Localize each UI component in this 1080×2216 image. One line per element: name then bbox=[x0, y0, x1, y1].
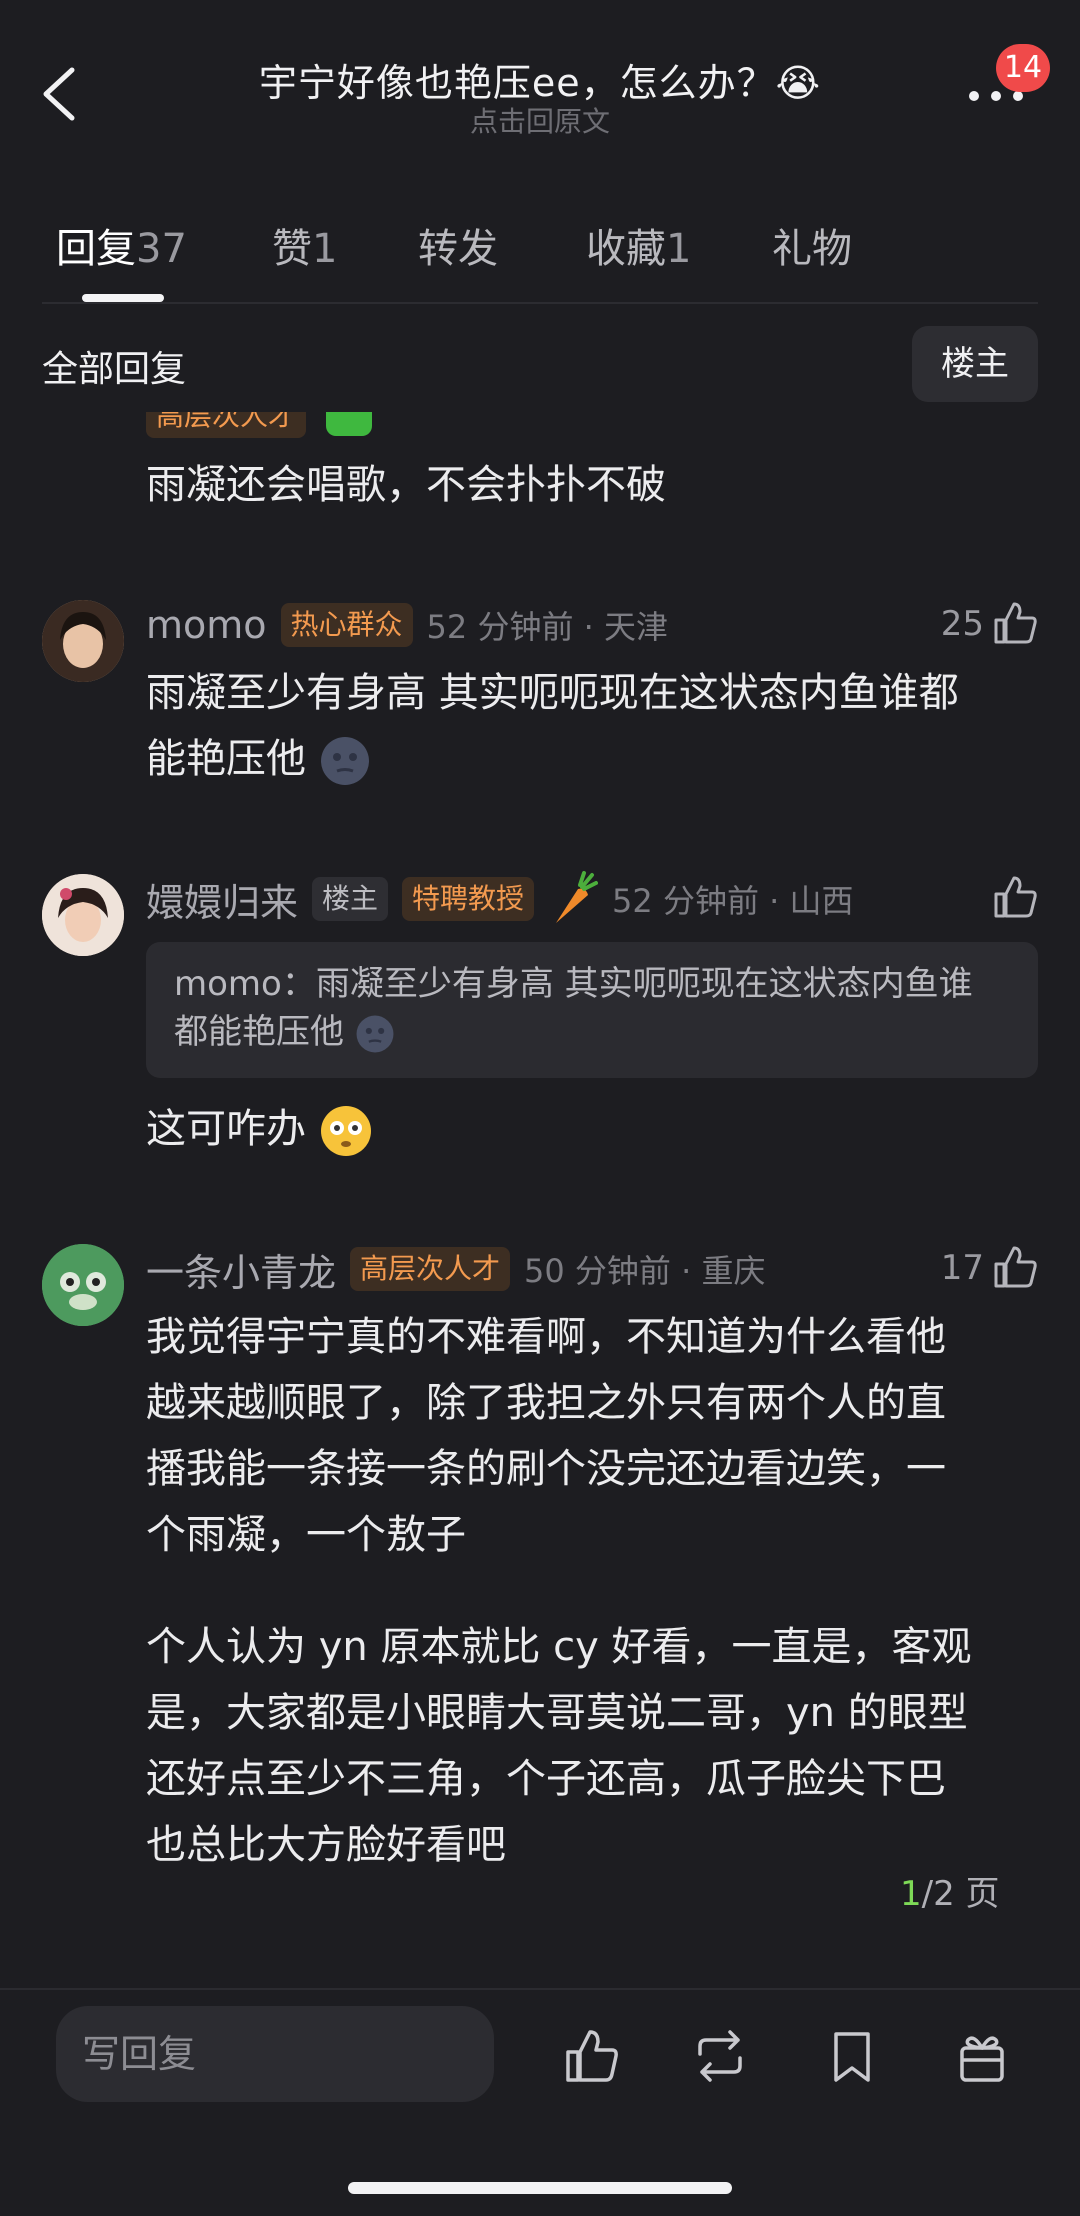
comment-line: 播我能一条接一条的刷个没完还边看边笑，一 bbox=[146, 1446, 946, 1492]
comment-line: 个雨凝，一个敖子 bbox=[146, 1512, 466, 1558]
tab-label: 赞 bbox=[272, 226, 312, 272]
username[interactable]: 嬛嬛归来 bbox=[146, 872, 298, 927]
active-tab-indicator bbox=[82, 294, 164, 302]
avatar[interactable] bbox=[42, 874, 124, 956]
page-indicator[interactable]: 1/2 页 bbox=[900, 1866, 1000, 1915]
avatar-image bbox=[42, 874, 124, 956]
quote-line: momo：雨凝至少有身高 其实呃呃现在这状态内鱼谁 bbox=[174, 964, 973, 1004]
page-title: 宇宁好像也艳压ee，怎么办？😭 bbox=[258, 61, 822, 105]
avatar[interactable] bbox=[42, 600, 124, 682]
tab-favorites[interactable]: 收藏1 bbox=[586, 216, 691, 274]
checkmark-icon bbox=[326, 412, 372, 436]
comment-line: 是，大家都是小眼睛大哥莫说二哥，yn 的眼型 bbox=[146, 1690, 968, 1736]
like-icon[interactable] bbox=[992, 874, 1038, 920]
user-badge: 高层次人才 bbox=[350, 1247, 511, 1291]
like-icon[interactable] bbox=[992, 1244, 1038, 1290]
carrot-icon bbox=[556, 871, 599, 923]
comment-line: 雨凝至少有身高 其实呃呃现在这状态内鱼谁都 bbox=[146, 670, 959, 716]
comment-line: 还好点至少不三角，个子还高，瓜子脸尖下巴 bbox=[146, 1756, 946, 1802]
tab-divider bbox=[42, 302, 1038, 304]
comment-line: 个人认为 yn 原本就比 cy 好看，一直是，客观 bbox=[146, 1624, 972, 1670]
clipped-comment-header: 高层次人才 bbox=[146, 412, 1046, 440]
timestamp-location: 52 分钟前 · 天津 bbox=[426, 608, 668, 646]
timestamp-location: 52 分钟前 · 山西 bbox=[612, 882, 854, 920]
avatar-image bbox=[42, 600, 124, 682]
comment-content: 雨凝至少有身高 其实呃呃现在这状态内鱼谁都 能艳压他 bbox=[146, 660, 1046, 792]
comment-header: momo 热心群众 52 分钟前 · 天津 bbox=[146, 600, 668, 650]
username[interactable]: momo bbox=[146, 603, 267, 647]
comment-text: 这可咋办 bbox=[146, 1106, 306, 1152]
gift-icon[interactable] bbox=[954, 2028, 1010, 2084]
bookmark-icon[interactable] bbox=[824, 2028, 880, 2084]
total-pages: /2 页 bbox=[921, 1874, 1000, 1914]
tab-reposts[interactable]: 转发 bbox=[418, 216, 498, 274]
tab-replies[interactable]: 回复37 bbox=[56, 216, 187, 274]
like-icon[interactable] bbox=[992, 600, 1038, 646]
tab-likes[interactable]: 赞1 bbox=[272, 216, 337, 274]
tab-gifts[interactable]: 礼物 bbox=[772, 216, 852, 274]
flushed-face-emoji bbox=[320, 1106, 371, 1156]
view-original-link[interactable]: 点击回原文 bbox=[0, 100, 1080, 140]
bottom-bar-divider bbox=[0, 1988, 1080, 1990]
notification-badge: 14 bbox=[996, 44, 1050, 92]
tab-count: 37 bbox=[136, 226, 187, 272]
all-replies-heading: 全部回复 bbox=[42, 349, 187, 390]
quoted-text: momo：雨凝至少有身高 其实呃呃现在这状态内鱼谁 都能艳压他 bbox=[174, 960, 1024, 1056]
comment-content: 我觉得宇宁真的不难看啊，不知道为什么看他 越来越顺眼了，除了我担之外只有两个人的… bbox=[146, 1304, 1046, 1878]
tab-count: 1 bbox=[666, 226, 692, 272]
like-count: 25 bbox=[940, 604, 984, 644]
comment-content: 这可咋办 bbox=[146, 1096, 373, 1162]
user-badge: 热心群众 bbox=[280, 603, 413, 647]
user-badge: 特聘教授 bbox=[402, 877, 535, 921]
user-badge: 高层次人才 bbox=[146, 412, 307, 438]
comment-line: 能艳压他 bbox=[146, 726, 1046, 792]
home-indicator bbox=[348, 2182, 732, 2194]
quote-text: 都能艳压他 bbox=[174, 1012, 344, 1052]
moon-face-emoji bbox=[320, 737, 369, 785]
tab-label: 礼物 bbox=[772, 226, 852, 272]
comment-header: 嬛嬛归来 楼主 特聘教授 52 分钟前 · 山西 bbox=[146, 871, 854, 927]
owner-filter-button[interactable]: 楼主 bbox=[912, 326, 1038, 402]
tab-label: 回复 bbox=[56, 226, 136, 272]
comment-line: 我觉得宇宁真的不难看啊，不知道为什么看他 bbox=[146, 1314, 946, 1360]
repost-icon[interactable] bbox=[692, 2028, 748, 2084]
timestamp-location: 50 分钟前 · 重庆 bbox=[524, 1252, 766, 1290]
reply-input[interactable]: 写回复 bbox=[56, 2006, 494, 2102]
comment-text: 能艳压他 bbox=[146, 736, 306, 782]
like-count: 17 bbox=[940, 1248, 984, 1288]
comment-header: 一条小青龙 高层次人才 50 分钟前 · 重庆 bbox=[146, 1242, 766, 1297]
moon-face-emoji bbox=[356, 1015, 394, 1052]
quote-line: 都能艳压他 bbox=[174, 1008, 1024, 1056]
username[interactable]: 一条小青龙 bbox=[146, 1242, 336, 1297]
tab-label: 收藏 bbox=[586, 226, 666, 272]
like-icon[interactable] bbox=[564, 2028, 620, 2084]
tab-count: 1 bbox=[312, 226, 338, 272]
tab-label: 转发 bbox=[418, 226, 498, 272]
avatar[interactable] bbox=[42, 1244, 124, 1326]
avatar-image bbox=[42, 1244, 124, 1326]
comment-content: 雨凝还会唱歌，不会扑扑不破 bbox=[146, 462, 666, 508]
owner-badge: 楼主 bbox=[312, 877, 389, 921]
current-page: 1 bbox=[900, 1874, 922, 1914]
comment-line: 越来越顺眼了，除了我担之外只有两个人的直 bbox=[146, 1380, 946, 1426]
